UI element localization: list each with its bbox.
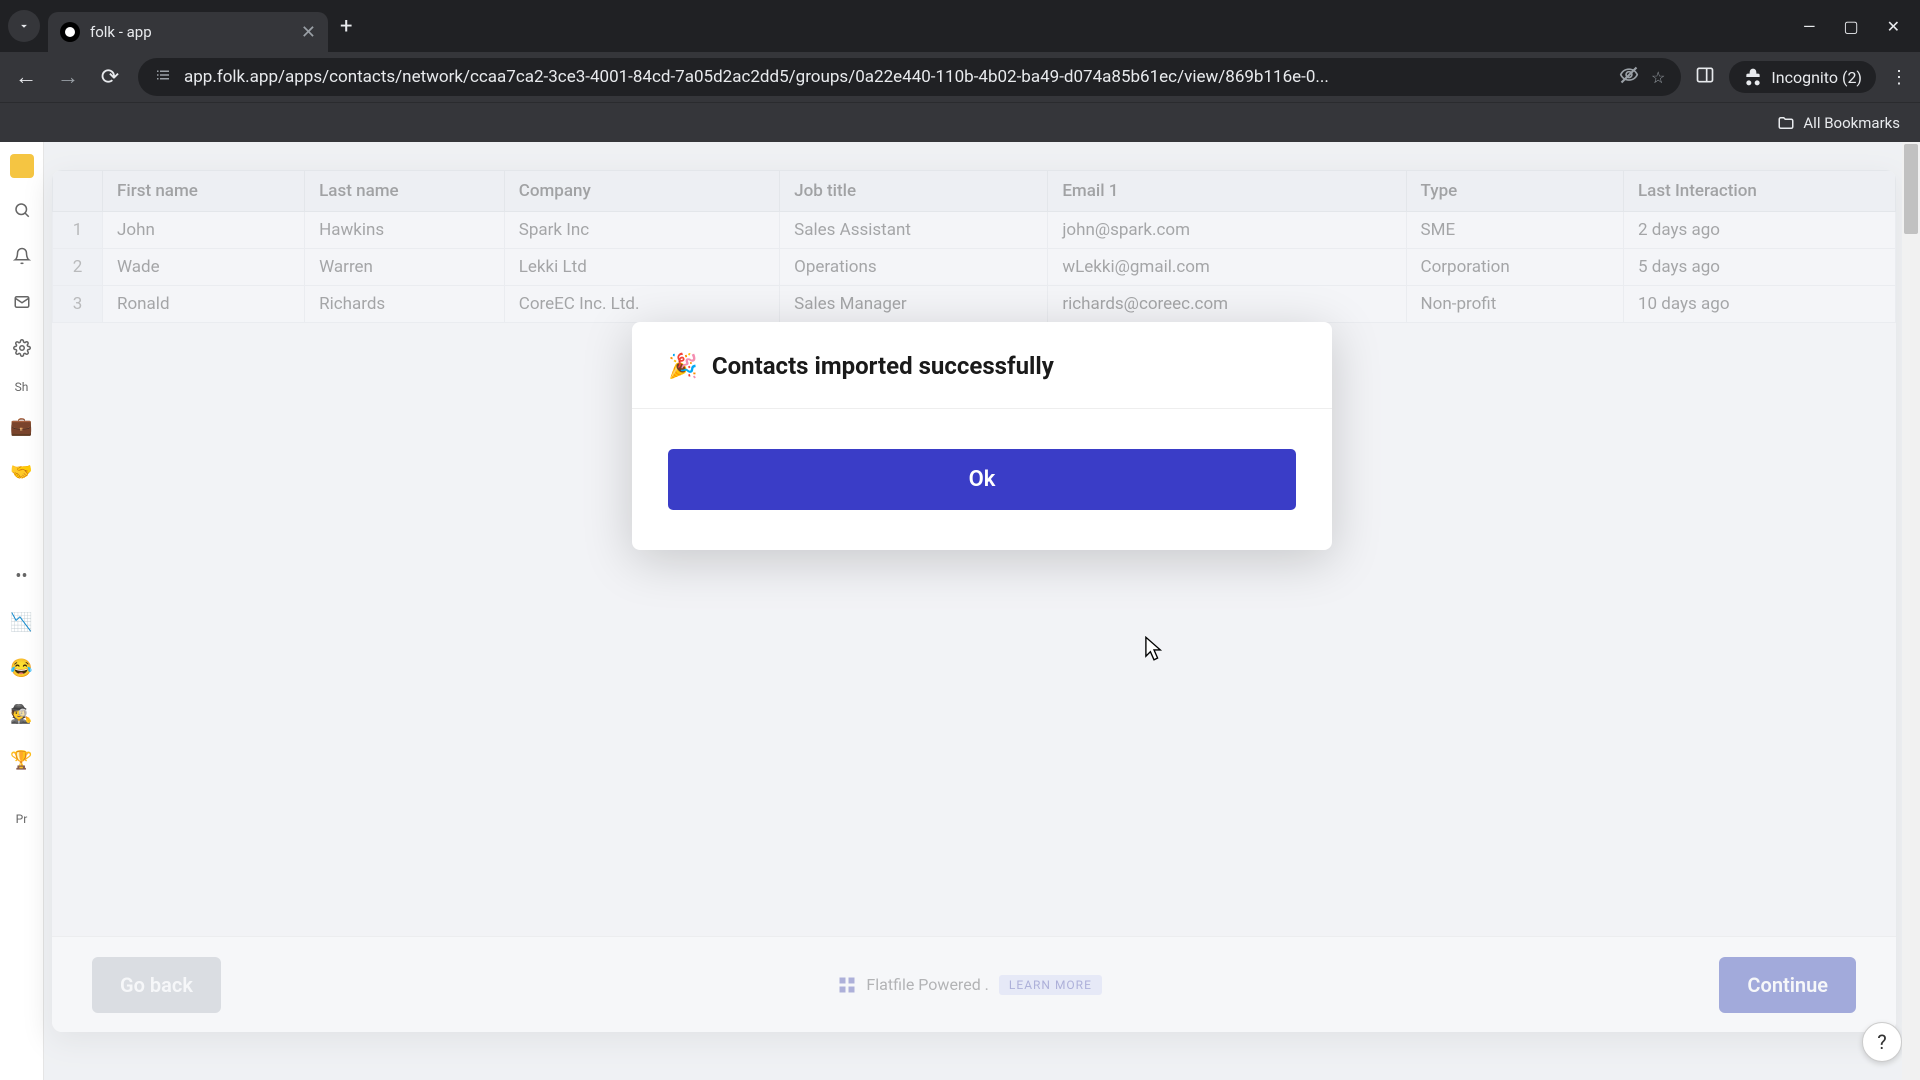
all-bookmarks-button[interactable]: All Bookmarks xyxy=(1777,114,1900,132)
bookmarks-bar: All Bookmarks xyxy=(0,102,1920,142)
url-text: app.folk.app/apps/contacts/network/ccaa7… xyxy=(184,67,1607,87)
cell-last-name[interactable]: Richards xyxy=(305,286,505,323)
browser-tab-strip: folk - app ✕ + — ▢ ✕ xyxy=(0,0,1920,52)
go-back-button[interactable]: Go back xyxy=(92,957,221,1013)
window-controls: — ▢ ✕ xyxy=(1803,17,1912,36)
emoji-trophy-icon[interactable]: 🏆 xyxy=(8,746,36,774)
tab-favicon-icon xyxy=(60,22,80,42)
private-section-label: Pr xyxy=(16,812,28,826)
cell-last-interaction[interactable]: 10 days ago xyxy=(1623,286,1895,323)
mail-icon[interactable] xyxy=(8,288,36,316)
eye-off-icon[interactable] xyxy=(1619,65,1639,89)
header-email-1[interactable]: Email 1 xyxy=(1048,171,1406,212)
incognito-label: Incognito (2) xyxy=(1771,68,1862,87)
workspace-icon[interactable] xyxy=(10,154,34,178)
powered-by: Flatfile Powered . LEARN MORE xyxy=(838,975,1101,995)
cell-type[interactable]: SME xyxy=(1406,212,1623,249)
cell-email[interactable]: richards@coreec.com xyxy=(1048,286,1406,323)
continue-button[interactable]: Continue xyxy=(1719,957,1856,1013)
emoji-handshake-icon[interactable]: 🤝 xyxy=(8,458,36,486)
cell-email[interactable]: john@spark.com xyxy=(1048,212,1406,249)
import-panel: First name Last name Company Job title E… xyxy=(52,170,1896,1032)
maximize-icon[interactable]: ▢ xyxy=(1843,17,1858,36)
emoji-briefcase-icon[interactable]: 💼 xyxy=(8,412,36,440)
import-footer: Go back Flatfile Powered . LEARN MORE Co… xyxy=(52,936,1896,1032)
header-company[interactable]: Company xyxy=(504,171,779,212)
vertical-scrollbar[interactable] xyxy=(1902,142,1920,1080)
cell-company[interactable]: Lekki Ltd xyxy=(504,249,779,286)
contacts-table: First name Last name Company Job title E… xyxy=(52,170,1896,323)
cell-job-title[interactable]: Sales Manager xyxy=(780,286,1048,323)
header-type[interactable]: Type xyxy=(1406,171,1623,212)
success-title: Contacts imported successfully xyxy=(712,352,1054,380)
back-button[interactable]: ← xyxy=(12,64,40,90)
row-number: 1 xyxy=(53,212,103,249)
cell-email[interactable]: wLekki@gmail.com xyxy=(1048,249,1406,286)
close-window-icon[interactable]: ✕ xyxy=(1887,17,1900,36)
close-tab-icon[interactable]: ✕ xyxy=(301,22,316,43)
bookmark-star-icon[interactable]: ☆ xyxy=(1651,68,1665,87)
address-bar[interactable]: app.folk.app/apps/contacts/network/ccaa7… xyxy=(138,58,1681,96)
cell-job-title[interactable]: Sales Assistant xyxy=(780,212,1048,249)
cell-job-title[interactable]: Operations xyxy=(780,249,1048,286)
new-tab-button[interactable]: + xyxy=(340,14,352,39)
tab-search-dropdown[interactable] xyxy=(8,10,40,42)
side-panel-icon[interactable] xyxy=(1695,65,1715,90)
party-popper-icon: 🎉 xyxy=(668,352,698,380)
header-rownum xyxy=(53,171,103,212)
scrollbar-thumb[interactable] xyxy=(1904,144,1918,234)
cell-last-name[interactable]: Warren xyxy=(305,249,505,286)
powered-label: Flatfile Powered . xyxy=(866,975,988,994)
cell-company[interactable]: CoreEC Inc. Ltd. xyxy=(504,286,779,323)
menu-icon[interactable]: ⋮ xyxy=(1890,67,1908,88)
incognito-indicator[interactable]: Incognito (2) xyxy=(1729,61,1876,93)
emoji-detective-icon[interactable]: 🕵️ xyxy=(8,700,36,728)
main-panel: First name Last name Company Job title E… xyxy=(44,142,1920,1080)
help-button[interactable]: ? xyxy=(1862,1022,1902,1062)
forward-button[interactable]: → xyxy=(54,64,82,90)
header-last-interaction[interactable]: Last Interaction xyxy=(1623,171,1895,212)
table-row[interactable]: 2 Wade Warren Lekki Ltd Operations wLekk… xyxy=(53,249,1896,286)
import-table-area: First name Last name Company Job title E… xyxy=(52,170,1896,936)
row-number: 2 xyxy=(53,249,103,286)
cell-first-name[interactable]: Wade xyxy=(103,249,305,286)
header-first-name[interactable]: First name xyxy=(103,171,305,212)
table-row[interactable]: 1 John Hawkins Spark Inc Sales Assistant… xyxy=(53,212,1896,249)
header-job-title[interactable]: Job title xyxy=(780,171,1048,212)
site-settings-icon[interactable] xyxy=(154,66,172,88)
cell-first-name[interactable]: John xyxy=(103,212,305,249)
cell-last-name[interactable]: Hawkins xyxy=(305,212,505,249)
all-bookmarks-label: All Bookmarks xyxy=(1803,114,1900,132)
cell-type[interactable]: Non-profit xyxy=(1406,286,1623,323)
browser-tab[interactable]: folk - app ✕ xyxy=(48,12,328,52)
success-header: 🎉 Contacts imported successfully xyxy=(632,322,1332,409)
browser-toolbar: ← → ⟳ app.folk.app/apps/contacts/network… xyxy=(0,52,1920,102)
reload-button[interactable]: ⟳ xyxy=(96,65,124,90)
row-number: 3 xyxy=(53,286,103,323)
learn-more-badge[interactable]: LEARN MORE xyxy=(999,975,1102,995)
cell-company[interactable]: Spark Inc xyxy=(504,212,779,249)
cell-last-interaction[interactable]: 5 days ago xyxy=(1623,249,1895,286)
cell-first-name[interactable]: Ronald xyxy=(103,286,305,323)
flatfile-logo-icon xyxy=(838,976,856,994)
app-sidebar: Sh 💼 🤝 •• 📉 😂 🕵️ 🏆 Pr xyxy=(0,142,44,1080)
emoji-laugh-icon[interactable]: 😂 xyxy=(8,654,36,682)
search-icon[interactable] xyxy=(8,196,36,224)
success-modal: 🎉 Contacts imported successfully Ok xyxy=(632,322,1332,550)
header-last-name[interactable]: Last name xyxy=(305,171,505,212)
more-icon[interactable]: •• xyxy=(8,562,36,590)
app-container: Sh 💼 🤝 •• 📉 😂 🕵️ 🏆 Pr First name Last na… xyxy=(0,142,1920,1080)
cell-type[interactable]: Corporation xyxy=(1406,249,1623,286)
success-body: Ok xyxy=(632,409,1332,550)
cell-last-interaction[interactable]: 2 days ago xyxy=(1623,212,1895,249)
settings-icon[interactable] xyxy=(8,334,36,362)
ok-button[interactable]: Ok xyxy=(668,449,1296,510)
notifications-icon[interactable] xyxy=(8,242,36,270)
emoji-chart-icon[interactable]: 📉 xyxy=(8,608,36,636)
minimize-icon[interactable]: — xyxy=(1803,17,1816,36)
shared-section-label: Sh xyxy=(15,380,29,394)
tab-title: folk - app xyxy=(90,23,291,41)
table-row[interactable]: 3 Ronald Richards CoreEC Inc. Ltd. Sales… xyxy=(53,286,1896,323)
